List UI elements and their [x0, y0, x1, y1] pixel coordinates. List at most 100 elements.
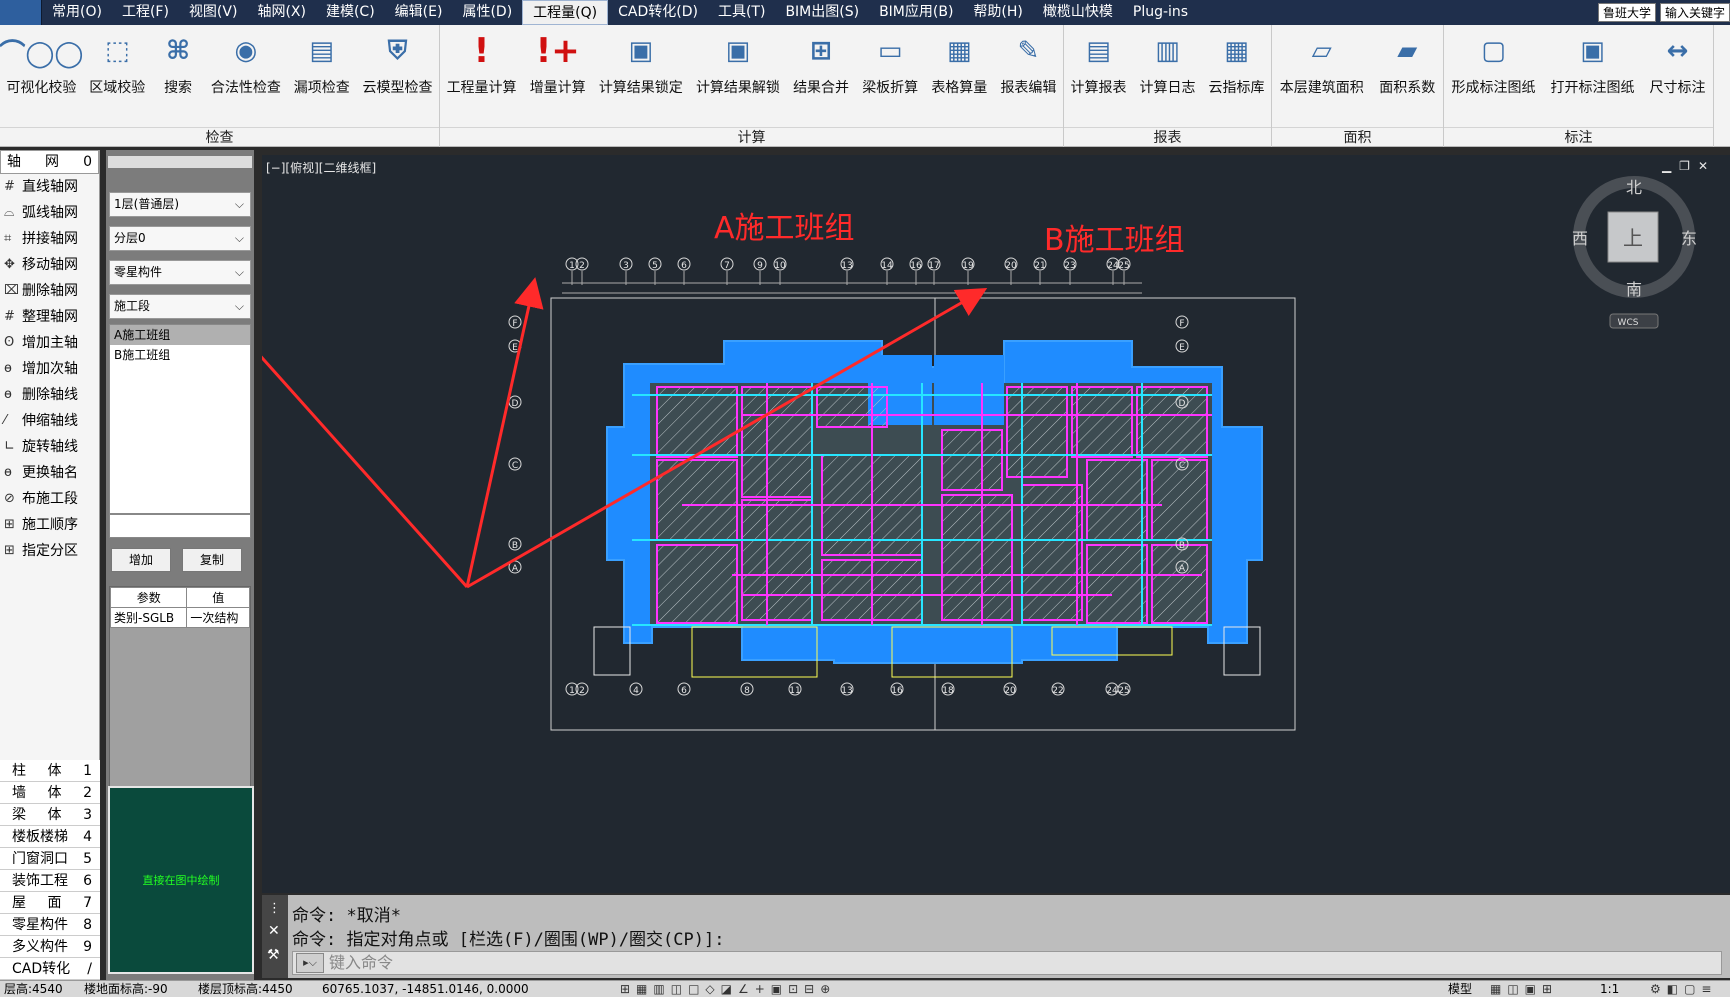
axis-tool-item[interactable]: ⌓ 弧线轴网 [0, 200, 99, 226]
menu-item[interactable]: BIM应用(B) [869, 0, 963, 25]
category-select[interactable]: 施工段 ⌵ [109, 294, 251, 319]
ribbon-button[interactable]: ▦ 云指标库 [1207, 29, 1267, 97]
command-input[interactable]: ▸⌵ 键入命令 [292, 951, 1722, 975]
panel-grip[interactable] [108, 156, 252, 168]
axis-tool-item[interactable]: ⁄ 伸缩轴线 [0, 408, 99, 434]
layer-select-value: 分层0 [114, 231, 146, 245]
category-item[interactable]: 装饰工程 6 [0, 870, 100, 892]
component-select[interactable]: 零星构件 ⌵ [109, 260, 251, 285]
ribbon-button[interactable]: ▣ 打开标注图纸 [1549, 29, 1637, 97]
ribbon-button-label: 合法性检查 [210, 80, 281, 96]
layout-icons[interactable]: ▦◫▣⊞ [1490, 981, 1558, 997]
menu-item[interactable]: CAD转化(D) [608, 0, 708, 25]
menu-item[interactable]: 常用(O) [42, 0, 112, 25]
table-row[interactable]: 类别-SGLB 一次结构 [109, 607, 250, 628]
ribbon-button[interactable]: ▣ 计算结果锁定 [597, 29, 685, 97]
menu-item[interactable]: 工程(F) [112, 0, 179, 25]
layer-select[interactable]: 分层0 ⌵ [109, 226, 251, 251]
category-item[interactable]: 柱 体 1 [0, 760, 100, 782]
menu-item[interactable]: 建模(C) [316, 0, 385, 25]
axis-tool-item[interactable]: ɵ 增加次轴 [0, 356, 99, 382]
menu-item[interactable]: 帮助(H) [963, 0, 1032, 25]
category-item[interactable]: 梁 体 3 [0, 804, 100, 826]
ribbon-group-buttons: ▤ 计算报表 ▥ 计算日志 ▦ 云指标库 [1064, 25, 1271, 125]
ribbon-button[interactable]: ▦ 表格算量 [929, 29, 989, 97]
add-button[interactable]: 增加 [111, 548, 171, 572]
axis-tool-item[interactable]: # 整理轴网 [0, 304, 99, 330]
drafting-toggles[interactable]: ⊞▦▥◫□◇◪∠+▣⊡⊟⊕ [620, 981, 836, 997]
axis-tool-item[interactable]: ⊘ 布施工段 [0, 486, 99, 512]
axis-grid-category[interactable]: 轴 网 0 [0, 150, 99, 174]
category-label2: 面 [47, 895, 62, 911]
ribbon-button[interactable]: ◉ 合法性检查 [209, 29, 283, 97]
category-item[interactable]: 零星构件 8 [0, 914, 100, 936]
group-name-field[interactable] [109, 514, 251, 538]
category-item[interactable]: 楼板楼梯 4 [0, 826, 100, 848]
close-icon[interactable]: ✕ [268, 923, 280, 939]
settings-icons[interactable]: ⚙◧▢≡ [1650, 981, 1718, 997]
axis-tool-item[interactable]: # 直线轴网 [0, 174, 99, 200]
ribbon-button[interactable]: ▤ 漏项检查 [292, 29, 352, 97]
axis-tool-item[interactable]: ⊞ 指定分区 [0, 538, 99, 564]
menu-item[interactable]: 工程量(Q) [522, 0, 609, 25]
axis-tool-item[interactable]: ʘ 增加主轴 [0, 330, 99, 356]
axis-tool-item[interactable]: ⌗ 拼接轴网 [0, 226, 99, 252]
ribbon-button[interactable]: ⬚ 区域校验 [87, 29, 147, 97]
axis-tool-item[interactable]: ⊞ 施工顺序 [0, 512, 99, 538]
keyword-search-input[interactable]: 输入关键字 [1659, 3, 1730, 22]
axis-label: 13 [841, 686, 852, 696]
ribbon-button[interactable]: ✎ 报表编辑 [998, 29, 1058, 97]
drawing-viewport[interactable]: [−][俯视][二维线框] ▁❐✕ 1 2 3 5 6 7 9 10 13 14 16 17 19 20 2… [262, 155, 1730, 893]
menu-item[interactable]: 轴网(X) [247, 0, 316, 25]
axis-label: 21 [1034, 261, 1045, 271]
annotation-scale[interactable]: 1:1 [1600, 981, 1619, 997]
ribbon-button[interactable]: ⛨ 云模型检查 [361, 29, 435, 97]
value-cell[interactable]: 一次结构 [186, 607, 250, 628]
ribbon-button[interactable]: ▤ 计算报表 [1069, 29, 1129, 97]
axis-tool-item[interactable]: ⌧ 删除轴网 [0, 278, 99, 304]
menu-item[interactable]: 编辑(E) [385, 0, 453, 25]
ribbon-button[interactable]: ▥ 计算日志 [1138, 29, 1198, 97]
command-prompt-icon[interactable]: ▸⌵ [296, 953, 324, 973]
ribbon-button[interactable]: ▰ 面积系数 [1377, 29, 1437, 97]
ribbon-button[interactable]: ▣ 计算结果解锁 [694, 29, 782, 97]
axis-tool-item[interactable]: ∟ 旋转轴线 [0, 434, 99, 460]
axis-tool-item[interactable]: ✥ 移动轴网 [0, 252, 99, 278]
grip-icon[interactable]: ⋮ [268, 901, 281, 916]
menu-item[interactable]: 视图(V) [179, 0, 248, 25]
copy-button[interactable]: 复制 [182, 548, 242, 572]
axis-label: 10 [774, 261, 786, 271]
category-item[interactable]: CAD转化 / [0, 958, 100, 980]
user-dropdown[interactable]: 鲁班大学 [1597, 3, 1656, 22]
floor-select[interactable]: 1层(普通层) ⌵ [109, 192, 251, 217]
ribbon-group-buttons: ▱ 本层建筑面积 ▰ 面积系数 [1272, 25, 1443, 125]
ribbon-button[interactable]: ▭ 梁板折算 [860, 29, 920, 97]
category-item[interactable]: 多义构件 9 [0, 936, 100, 958]
group-list-item[interactable]: B施工班组 [110, 345, 250, 365]
ribbon-button[interactable]: ⌒◯◯ 可视化校验 [0, 29, 84, 97]
merge-icon: ⊞ [810, 36, 832, 66]
ribbon-button[interactable]: ! 工程量计算 [445, 29, 519, 97]
annotation-a: A施工班组 [714, 211, 855, 246]
axis-tool-item[interactable]: ɵ 更换轴名 [0, 460, 99, 486]
menu-item[interactable]: 橄榄山快模 [1033, 0, 1123, 25]
menu-item[interactable]: 属性(D) [452, 0, 522, 25]
category-item[interactable]: 屋 面 7 [0, 892, 100, 914]
menu-item[interactable]: BIM出图(S) [775, 0, 869, 25]
category-item[interactable]: 墙 体 2 [0, 782, 100, 804]
ribbon-button[interactable]: ↔ 尺寸标注 [1648, 29, 1708, 97]
category-item[interactable]: 门窗洞口 5 [0, 848, 100, 870]
ribbon-button[interactable]: !+ 增量计算 [528, 29, 588, 97]
model-tab[interactable]: 模型 [1448, 981, 1472, 997]
app-logo[interactable] [0, 0, 42, 25]
ribbon-button[interactable]: ▱ 本层建筑面积 [1278, 29, 1366, 97]
axis-tool-item[interactable]: ɵ 删除轴线 [0, 382, 99, 408]
ribbon-button[interactable]: ⌘ 搜索 [156, 29, 200, 97]
group-list-item[interactable]: A施工班组 [110, 325, 250, 345]
cad-drawing[interactable]: 1 2 3 5 6 7 9 10 13 14 16 17 19 20 21 23 24 251 2 4 6 8 11 13 16… [262, 155, 1730, 893]
ribbon-button[interactable]: ⊞ 结果合并 [791, 29, 851, 97]
wrench-icon[interactable]: ⚒ [267, 947, 280, 963]
menu-item[interactable]: Plug-ins [1123, 0, 1198, 25]
menu-item[interactable]: 工具(T) [708, 0, 775, 25]
ribbon-button[interactable]: ▢ 形成标注图纸 [1450, 29, 1538, 97]
